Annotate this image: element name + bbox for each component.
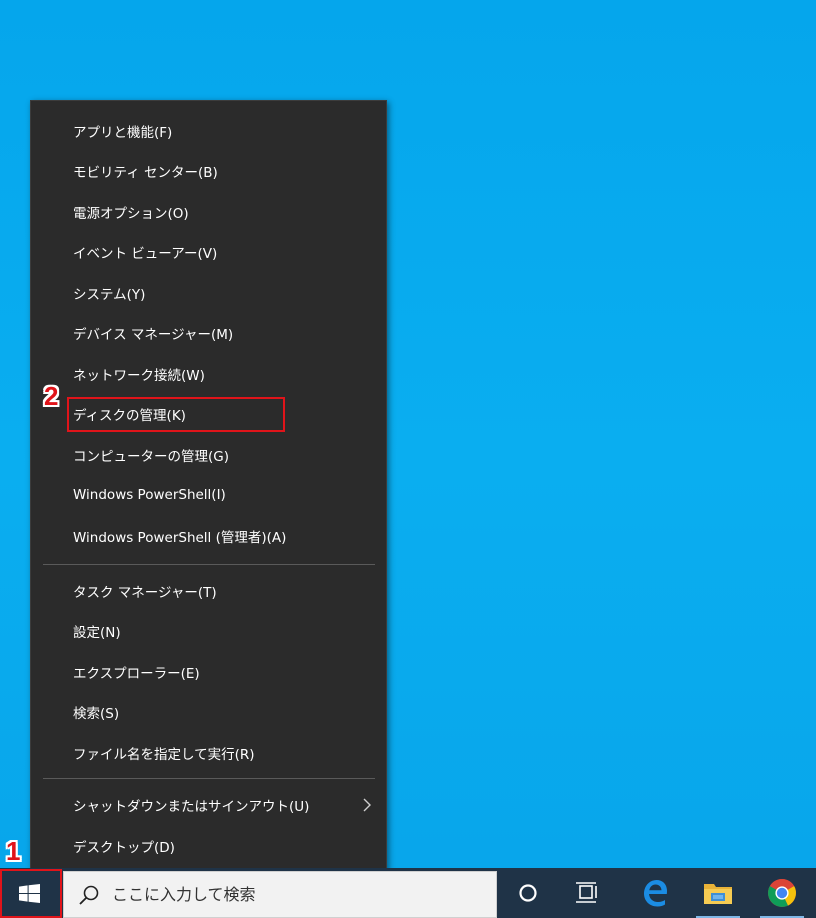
menu-item-task-manager[interactable]: タスク マネージャー(T)	[31, 572, 386, 610]
menu-item-desktop[interactable]: デスクトップ(D)	[31, 827, 386, 865]
search-icon	[79, 885, 99, 905]
menu-item-label: アプリと機能(F)	[73, 125, 173, 141]
menu-item-run[interactable]: ファイル名を指定して実行(R)	[31, 734, 386, 772]
menu-item-settings[interactable]: 設定(N)	[31, 612, 386, 650]
menu-item-shutdown-signout[interactable]: シャットダウンまたはサインアウト(U)	[31, 786, 386, 824]
menu-item-label: 設定(N)	[73, 625, 121, 641]
menu-item-label: デスクトップ(D)	[73, 840, 175, 856]
menu-item-search[interactable]: 検索(S)	[31, 693, 386, 731]
task-view-button[interactable]	[560, 868, 616, 918]
menu-item-label: 検索(S)	[73, 706, 120, 722]
menu-item-label: 電源オプション(O)	[73, 206, 189, 222]
menu-separator	[43, 778, 375, 779]
menu-item-apps-features[interactable]: アプリと機能(F)	[31, 112, 386, 150]
menu-item-label: ファイル名を指定して実行(R)	[73, 747, 255, 763]
annotation-highlight-start-button	[0, 869, 62, 918]
annotation-highlight-disk-management	[67, 397, 285, 432]
menu-item-label: Windows PowerShell(I)	[73, 487, 226, 503]
chrome-button[interactable]	[754, 868, 810, 918]
menu-item-system[interactable]: システム(Y)	[31, 274, 386, 312]
annotation-step-1: 1	[6, 836, 21, 866]
winx-context-menu: アプリと機能(F) モビリティ センター(B) 電源オプション(O) イベント …	[30, 100, 387, 876]
chevron-right-icon	[363, 798, 371, 812]
cortana-icon	[519, 884, 537, 902]
task-view-icon	[576, 882, 597, 903]
menu-item-label: ネットワーク接続(W)	[73, 368, 205, 384]
taskbar-search-box[interactable]	[63, 871, 497, 918]
chrome-icon	[768, 879, 796, 907]
menu-item-event-viewer[interactable]: イベント ビューアー(V)	[31, 233, 386, 271]
menu-item-label: システム(Y)	[73, 287, 146, 303]
menu-item-powershell-admin[interactable]: Windows PowerShell (管理者)(A)	[31, 517, 386, 555]
menu-item-label: エクスプローラー(E)	[73, 666, 200, 682]
menu-item-label: モビリティ センター(B)	[73, 165, 218, 181]
menu-item-label: コンピューターの管理(G)	[73, 449, 229, 465]
file-explorer-icon	[704, 884, 732, 904]
menu-item-power-options[interactable]: 電源オプション(O)	[31, 193, 386, 231]
menu-item-device-manager[interactable]: デバイス マネージャー(M)	[31, 314, 386, 352]
menu-item-label: タスク マネージャー(T)	[73, 585, 217, 601]
annotation-step-2: 2	[44, 381, 59, 411]
edge-icon	[644, 880, 667, 907]
menu-item-label: イベント ビューアー(V)	[73, 246, 218, 262]
menu-item-computer-management[interactable]: コンピューターの管理(G)	[31, 436, 386, 474]
menu-item-network-connections[interactable]: ネットワーク接続(W)	[31, 355, 386, 393]
menu-item-mobility-center[interactable]: モビリティ センター(B)	[31, 152, 386, 190]
search-input[interactable]	[112, 885, 472, 904]
cortana-button[interactable]	[500, 868, 556, 918]
menu-item-powershell[interactable]: Windows PowerShell(I)	[31, 476, 386, 514]
menu-item-label: Windows PowerShell (管理者)(A)	[73, 530, 287, 546]
menu-item-file-explorer[interactable]: エクスプローラー(E)	[31, 653, 386, 691]
file-explorer-button[interactable]	[690, 868, 746, 918]
edge-button[interactable]	[627, 868, 683, 918]
taskbar	[0, 868, 816, 918]
menu-item-label: デバイス マネージャー(M)	[73, 327, 234, 343]
menu-item-label: シャットダウンまたはサインアウト(U)	[73, 799, 310, 815]
menu-separator	[43, 564, 375, 565]
